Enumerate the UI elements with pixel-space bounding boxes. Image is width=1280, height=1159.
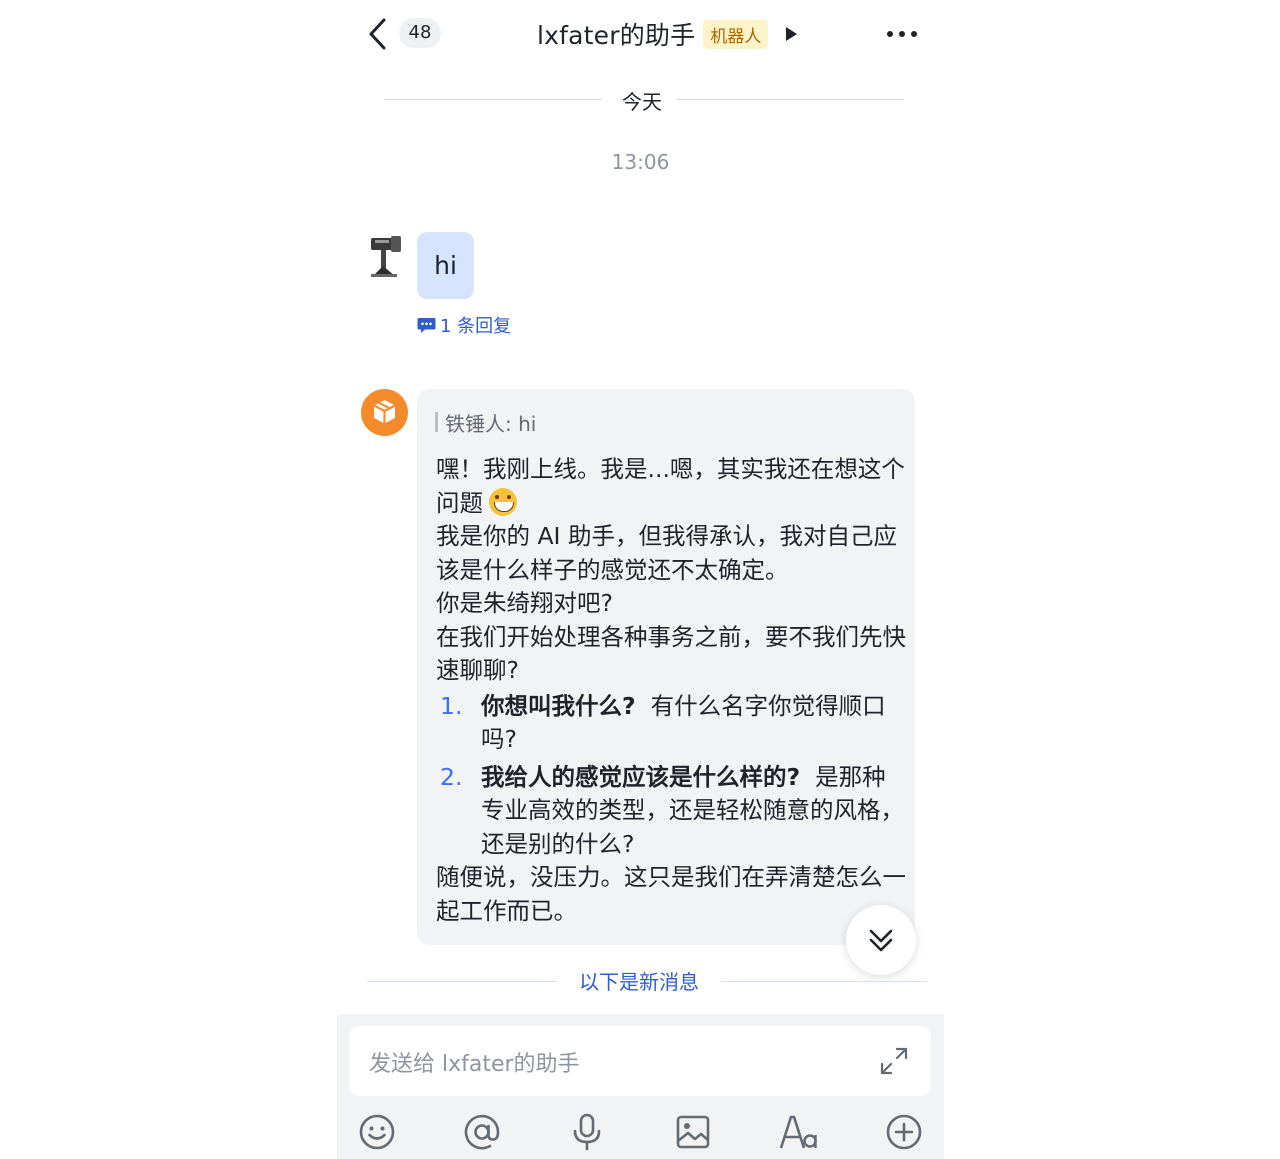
list-item-number: 1. [440,691,463,720]
grin-emoji-icon [489,487,517,516]
chat-header: 48 lxfater的助手 机器人 [337,0,944,68]
chat-title: lxfater的助手 [537,21,696,50]
user-avatar[interactable] [367,232,405,280]
message-paragraph: 在我们开始处理各种事务之前，要不我们先快速聊聊? [436,622,906,685]
play-arrow-icon[interactable] [786,27,798,41]
list-item-question: 你想叫我什么? [481,691,636,720]
list-item: 1. 你想叫我什么? 有什么名字你觉得顺口吗? [436,690,906,757]
quoted-message[interactable]: 铁锤人: hi [435,409,537,436]
chat-title-group[interactable]: lxfater的助手 机器人 [537,14,798,54]
date-divider: 今天 [384,86,904,114]
message-paragraph: 随便说，没压力。这只是我们在弄清楚怎么一起工作而已。 [436,863,906,925]
cube-icon [373,400,396,424]
list-item: 2. 我给人的感觉应该是什么样的? 是那种专业高效的类型，还是轻松随意的风格，还… [436,761,906,862]
bot-avatar[interactable] [361,389,408,436]
comment-icon [417,317,436,333]
message-paragraph: 我是你的 AI 助手，但我得承认，我对自己应该是什么样子的感觉还不太确定。 [436,522,897,584]
new-messages-label: 以下是新消息 [579,970,699,994]
bot-message-text: 嘿！我刚上线。我是...嗯，其实我还在想这个问题 我是你的 AI 助手，但我得承… [436,453,906,928]
chat-screen: 48 lxfater的助手 机器人 今天 13:06 hi 1 条回复 铁锤人:… [337,0,944,1159]
list-item-question: 我给人的感觉应该是什么样的? [481,762,801,791]
composer: 发送给 lxfater的助手 [337,1014,944,1159]
message-timestamp: 13:06 [611,150,670,174]
reply-thread-link[interactable]: 1 条回复 [417,313,511,337]
emoji-icon[interactable] [357,1112,397,1152]
unread-count-badge[interactable]: 48 [399,18,441,48]
reply-count-label: 1 条回复 [440,316,512,337]
expand-icon[interactable] [879,1046,909,1076]
bot-message-bubble[interactable]: 铁锤人: hi 嘿！我刚上线。我是...嗯，其实我还在想这个问题 我是你的 AI… [417,389,915,945]
date-divider-label: 今天 [622,90,662,114]
message-paragraph: 你是朱绮翔对吧? [436,589,613,617]
scroll-to-bottom-button[interactable] [846,905,916,975]
text-format-icon[interactable] [779,1112,819,1152]
double-chevron-down-icon [869,929,893,952]
composer-toolbar [337,1112,944,1156]
image-icon[interactable] [673,1112,713,1152]
plus-circle-icon[interactable] [884,1112,924,1152]
bot-tag: 机器人 [703,19,769,49]
back-icon[interactable] [365,16,391,52]
at-icon[interactable] [462,1112,502,1152]
new-messages-divider: 以下是新消息 [367,966,927,996]
message-input[interactable]: 发送给 lxfater的助手 [349,1026,931,1096]
quoted-message-text: 铁锤人: hi [445,411,537,436]
list-item-number: 2. [440,762,463,791]
microphone-icon[interactable] [567,1112,607,1152]
question-list: 1. 你想叫我什么? 有什么名字你觉得顺口吗? 2. 我给人的感觉应该是什么样的… [436,690,906,862]
more-icon[interactable] [887,22,927,46]
message-input-placeholder: 发送给 lxfater的助手 [369,1052,580,1077]
user-message-bubble[interactable]: hi [417,232,474,299]
